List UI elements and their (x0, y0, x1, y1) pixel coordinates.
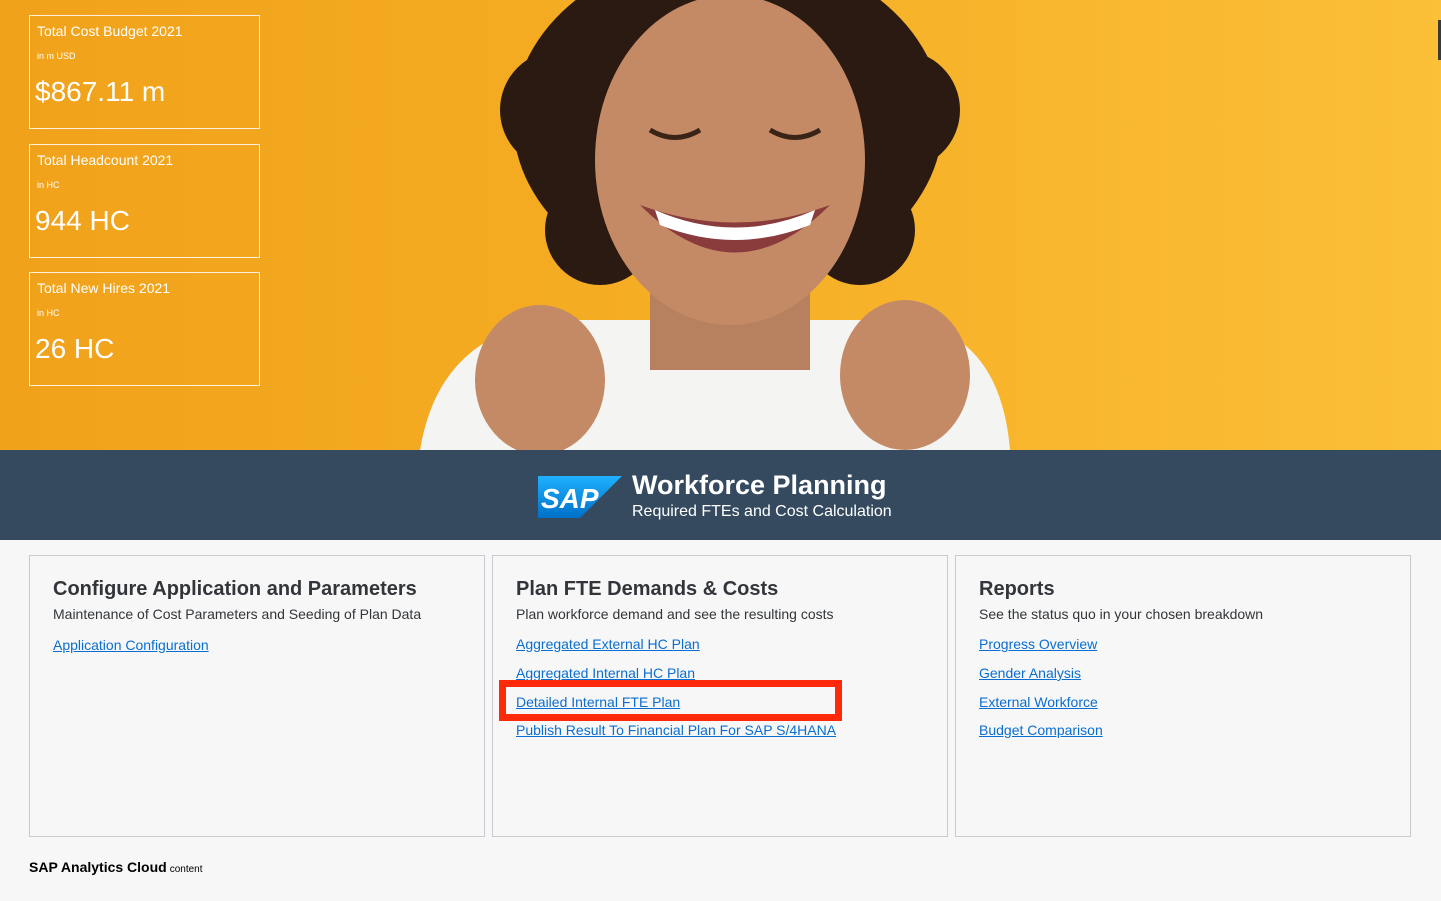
link-application-configuration[interactable]: Application Configuration (53, 637, 209, 653)
sap-logo-icon: SAP (538, 476, 622, 518)
footer: SAP Analytics Cloud content (29, 859, 203, 877)
card-title: Plan FTE Demands & Costs (516, 578, 779, 600)
app-title: Workforce Planning (632, 470, 887, 500)
hero-banner-image: Total Cost Budget 2021 in m USD $867.11 … (0, 0, 1441, 450)
kpi-value: $867.11 m (35, 76, 166, 107)
kpi-unit: in HC (37, 180, 60, 190)
kpi-unit: in HC (37, 308, 60, 318)
card-description: Maintenance of Cost Parameters and Seedi… (53, 606, 422, 622)
card-description: Plan workforce demand and see the result… (516, 606, 834, 622)
kpi-value: 944 HC (35, 205, 130, 236)
card-title: Configure Application and Parameters (53, 578, 417, 600)
card-title: Reports (979, 578, 1055, 600)
link-aggregated-internal-hc-plan[interactable]: Aggregated Internal HC Plan (516, 665, 695, 681)
link-publish-result-financial-plan[interactable]: Publish Result To Financial Plan For SAP… (516, 722, 836, 738)
card-description: See the status quo in your chosen breakd… (979, 606, 1264, 622)
link-external-workforce[interactable]: External Workforce (979, 694, 1098, 710)
app-subtitle: Required FTEs and Cost Calculation (632, 503, 892, 520)
kpi-title: Total Cost Budget 2021 (37, 23, 183, 39)
kpi-title: Total Headcount 2021 (37, 152, 174, 168)
link-gender-analysis[interactable]: Gender Analysis (979, 665, 1081, 681)
kpi-title: Total New Hires 2021 (37, 280, 171, 296)
footer-suffix: content (169, 864, 203, 875)
footer-brand: SAP Analytics Cloud (29, 859, 167, 875)
card-reports: Reports See the status quo in your chose… (955, 555, 1411, 837)
link-detailed-internal-fte-plan[interactable]: Detailed Internal FTE Plan (516, 694, 680, 710)
link-aggregated-external-hc-plan[interactable]: Aggregated External HC Plan (516, 636, 700, 652)
svg-text:SAP: SAP (541, 483, 599, 514)
card-configure: Configure Application and Parameters Mai… (29, 555, 485, 837)
link-progress-overview[interactable]: Progress Overview (979, 636, 1097, 652)
kpi-tile-new-hires[interactable]: Total New Hires 2021 in HC 26 HC (29, 272, 260, 386)
link-budget-comparison[interactable]: Budget Comparison (979, 722, 1103, 738)
kpi-tile-headcount[interactable]: Total Headcount 2021 in HC 944 HC (29, 144, 260, 258)
kpi-value: 26 HC (35, 333, 115, 364)
kpi-unit: in m USD (37, 51, 76, 61)
card-plan-fte: Plan FTE Demands & Costs Plan workforce … (492, 555, 948, 837)
kpi-tile-cost-budget[interactable]: Total Cost Budget 2021 in m USD $867.11 … (29, 15, 260, 129)
